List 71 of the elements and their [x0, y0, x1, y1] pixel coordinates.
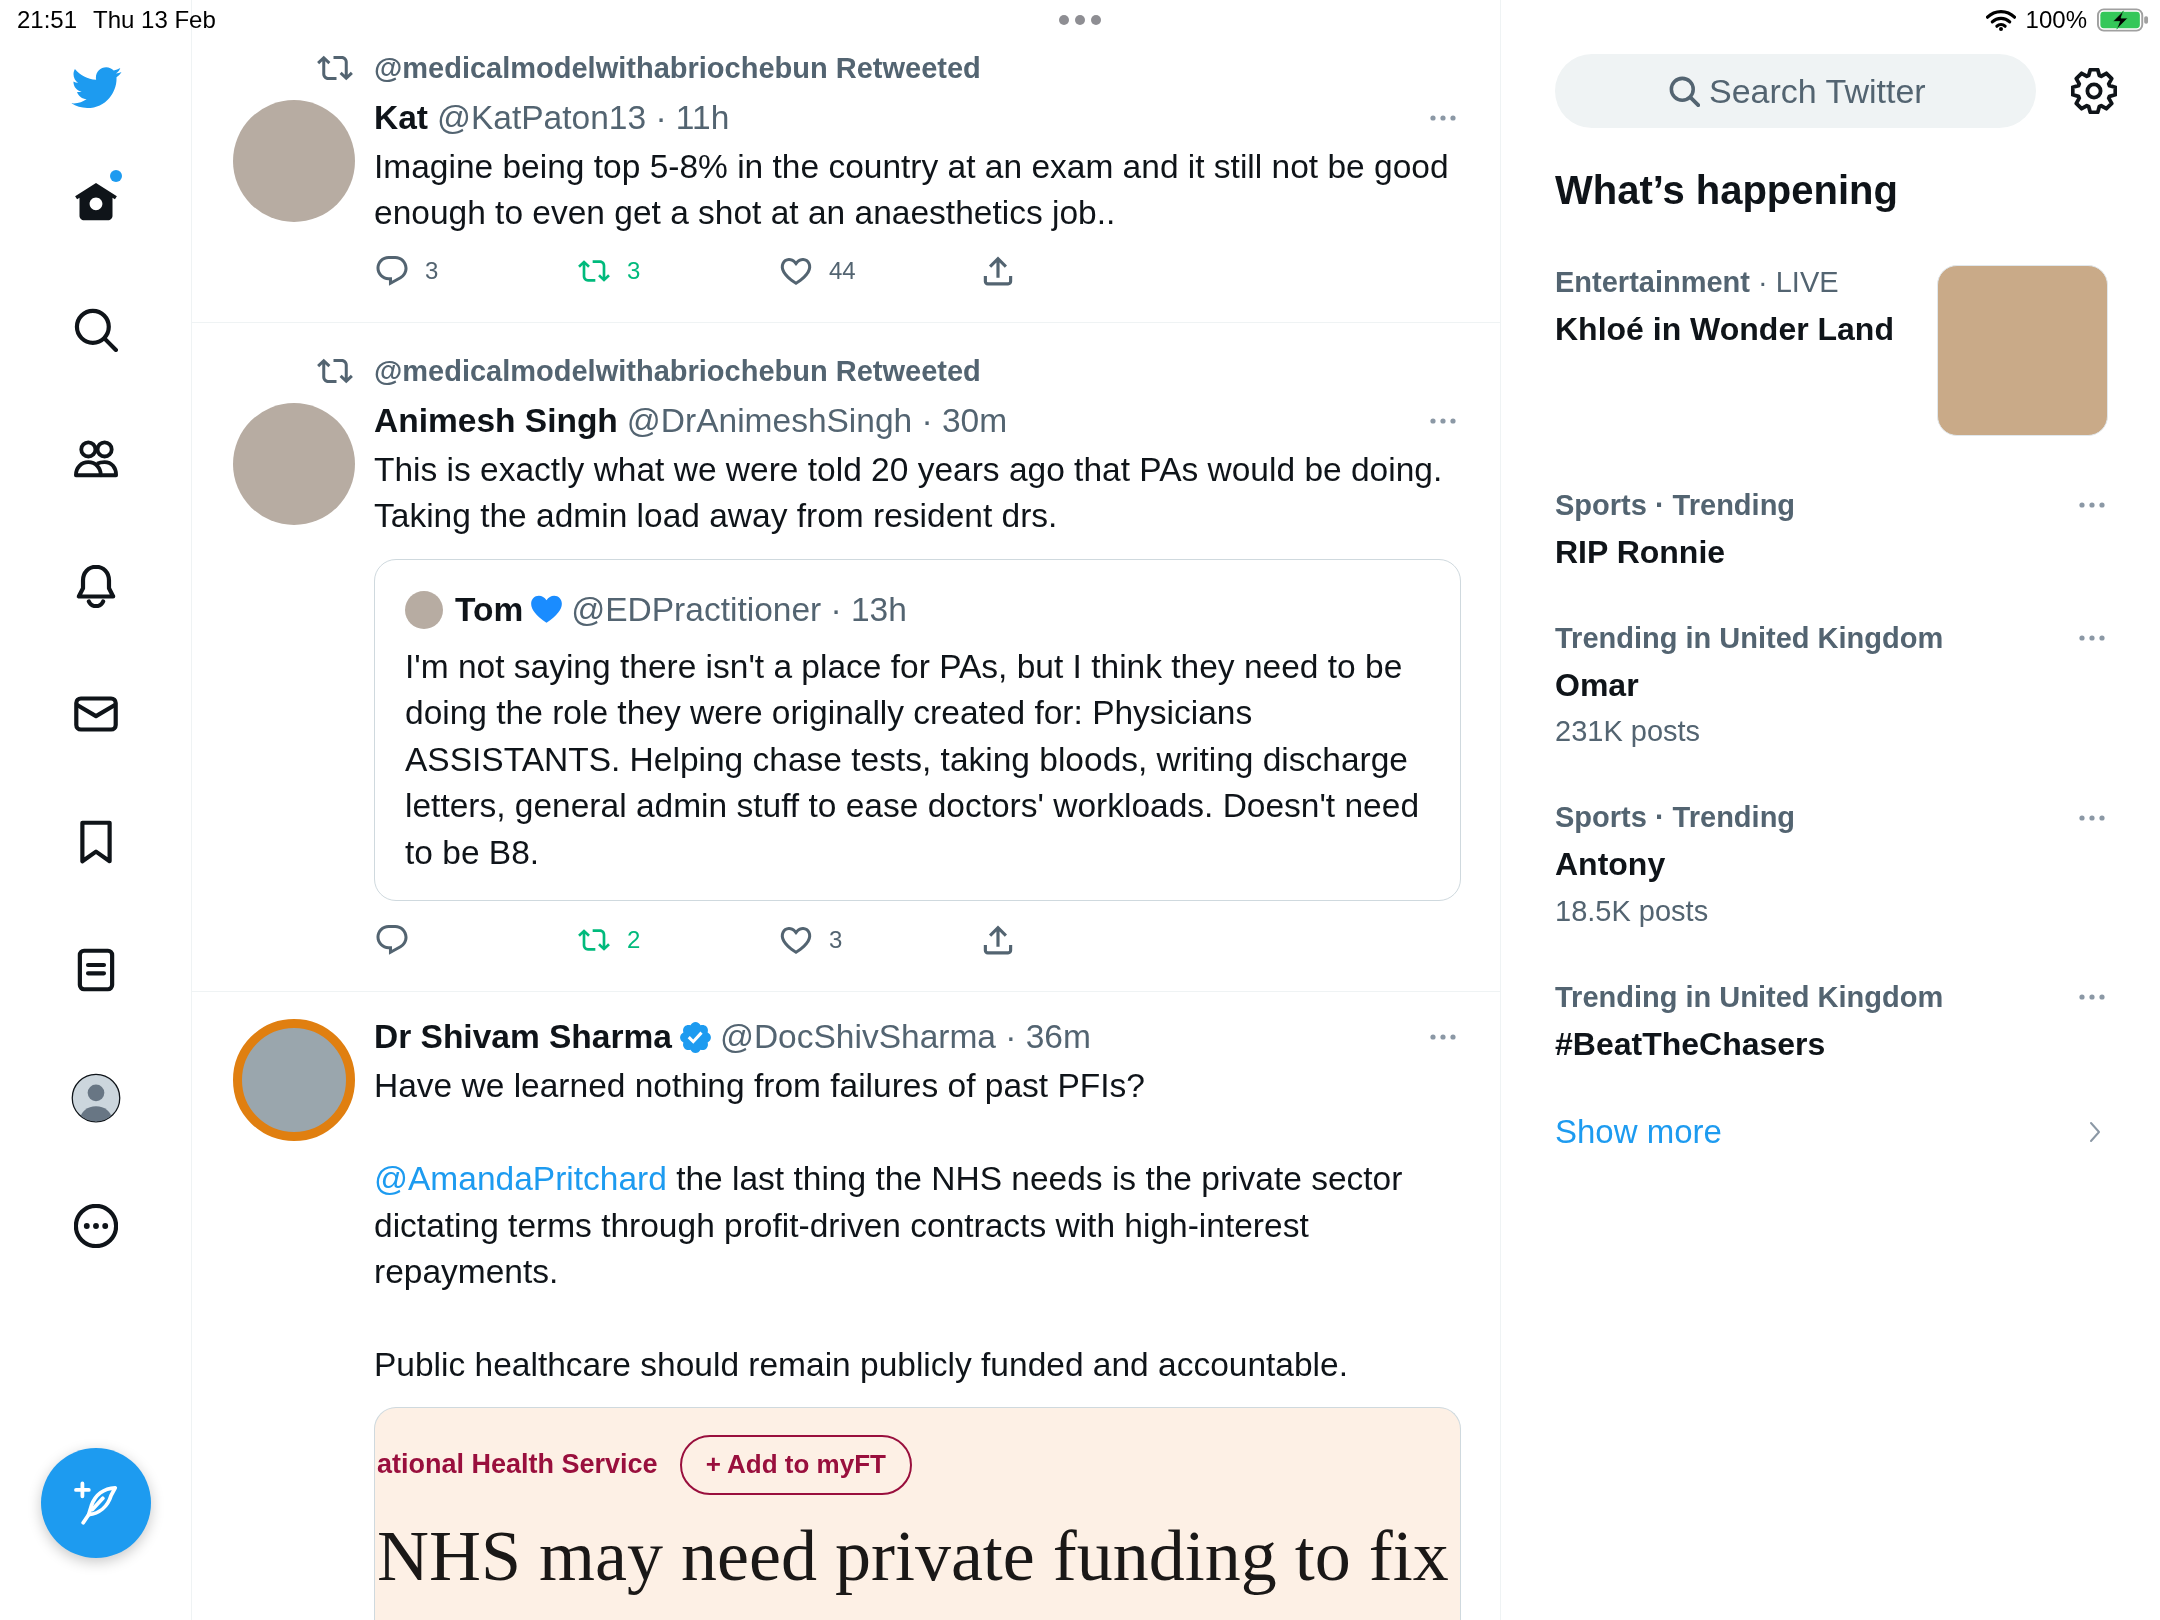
more-icon[interactable] [2079, 635, 2105, 641]
trend-post-count: 18.5K posts [1555, 893, 1710, 929]
author-handle-and-time: @KatPaton13 · 11h [437, 98, 730, 137]
author-name: Dr Shivam Sharma [374, 1018, 672, 1056]
tweet-text: This is exactly what we were told 20 years ago that PAs would be doing. Taking the admin load away from resident drs. [374, 449, 1444, 536]
battery-percentage: 100% [2025, 6, 2087, 34]
retweet-icon [317, 357, 353, 384]
link-card[interactable]: ational Health Service + Add to myFT NHS may need private funding to fix [374, 1406, 1461, 1620]
trend-category: Entertainment [1555, 265, 1750, 299]
trend-category: Sports · Trending [1555, 488, 1796, 522]
article-section-label: ational Health Service [377, 1449, 658, 1480]
trend-title[interactable]: Khloé in Wonder Land [1555, 305, 1894, 352]
trend-title[interactable]: Antony [1555, 841, 1796, 888]
battery-charging-icon [2097, 8, 2149, 32]
reply-button[interactable]: 3 [374, 255, 439, 286]
trend-category: Sports · Trending [1555, 801, 1796, 835]
trend-title[interactable]: RIP Ronnie [1555, 528, 1796, 575]
like-button[interactable]: 3 [778, 925, 843, 955]
heart-icon [780, 925, 812, 955]
compose-button[interactable] [40, 1448, 151, 1558]
tweet-text: Have we learned nothing from failures of past PFIs? [374, 1066, 1146, 1106]
like-button[interactable]: 44 [778, 255, 856, 286]
search-icon [1669, 76, 1700, 107]
more-options-icon[interactable] [73, 1204, 118, 1248]
multitasking-dots-icon[interactable] [1058, 14, 1102, 26]
search-field[interactable]: Search Twitter [1555, 54, 2036, 128]
author-name: Tom [455, 590, 524, 629]
more-icon[interactable] [2079, 502, 2105, 508]
reply-button[interactable] [374, 925, 408, 955]
author-handle-and-time: @EDPractitioner · 13h [571, 590, 907, 629]
more-icon[interactable] [1430, 417, 1456, 424]
trend-title[interactable]: Omar [1555, 661, 1944, 708]
article-headline: NHS may need private funding to fix [377, 1514, 1450, 1598]
tweet-text: Public healthcare should remain publicly funded and accountable. [374, 1345, 1349, 1385]
settings-icon[interactable] [2071, 68, 2117, 114]
trend-category: Trending in United Kingdom [1555, 980, 1944, 1014]
retweeted-by-label: @medicalmodelwithabriochebun Retweeted [374, 353, 982, 389]
trend-post-count: 231K posts [1555, 714, 1702, 749]
author-name: Kat [374, 98, 428, 137]
status-time: 21:51 [17, 6, 78, 34]
more-icon[interactable] [1430, 114, 1456, 121]
author-handle-and-time: @DocShivSharma · 36m [719, 1018, 1091, 1056]
tweet-text: Imagine being top 5-8% in the country at an exam and it still not be good enough to even get a shot at an anaesthetics job.. [374, 146, 1450, 233]
quoted-tweet-card[interactable] [374, 558, 1461, 901]
quoted-tweet-text: I'm not saying there isn't a place for PAs, but I think they need to be doing the role they were originally created for: Physicians ASSISTANTS. Helping chase tests, taking bloods, writing discharge letters, general admin stuff to ease doctors' workloads. Doesn't need to be B8. [405, 646, 1420, 873]
status-date: Thu 13 Feb [93, 6, 216, 34]
trend-title[interactable]: #BeatTheChasers [1555, 1020, 1944, 1067]
more-icon[interactable] [2079, 814, 2105, 821]
reply-bubble-icon [376, 255, 408, 286]
trend-category: Trending in United Kingdom [1555, 621, 1944, 655]
trend-status: · LIVE [1758, 265, 1839, 299]
twitter-bird-logo-icon[interactable] [69, 66, 122, 109]
share-upload-icon [982, 255, 1014, 286]
retweeted-by-label: @medicalmodelwithabriochebun Retweeted [374, 50, 982, 86]
share-upload-icon [982, 925, 1014, 955]
more-icon[interactable] [2079, 994, 2105, 1000]
author-handle-and-time: @DrAnimeshSingh · 30m [626, 401, 1008, 440]
more-icon[interactable] [1430, 1034, 1456, 1040]
heart-icon [780, 255, 812, 286]
profile-avatar-icon[interactable] [70, 1073, 121, 1123]
tweet-text: @AmandaPritchard the last thing the NHS needs is the private sector dictating terms through profit-driven contracts with high-interest repayments. [374, 1159, 1404, 1292]
feather-plus-icon [73, 1481, 118, 1525]
author-name: Animesh Singh [374, 401, 618, 440]
section-heading: What’s happening [1555, 167, 1899, 214]
reply-bubble-icon [376, 925, 408, 955]
search-icon[interactable] [73, 308, 118, 352]
retweet-icon [317, 54, 353, 81]
wifi-icon [1985, 9, 2016, 31]
add-to-myft-button: + Add to myFT [679, 1434, 912, 1495]
chevron-right-icon[interactable] [2089, 1121, 2101, 1144]
avatar [405, 590, 443, 629]
